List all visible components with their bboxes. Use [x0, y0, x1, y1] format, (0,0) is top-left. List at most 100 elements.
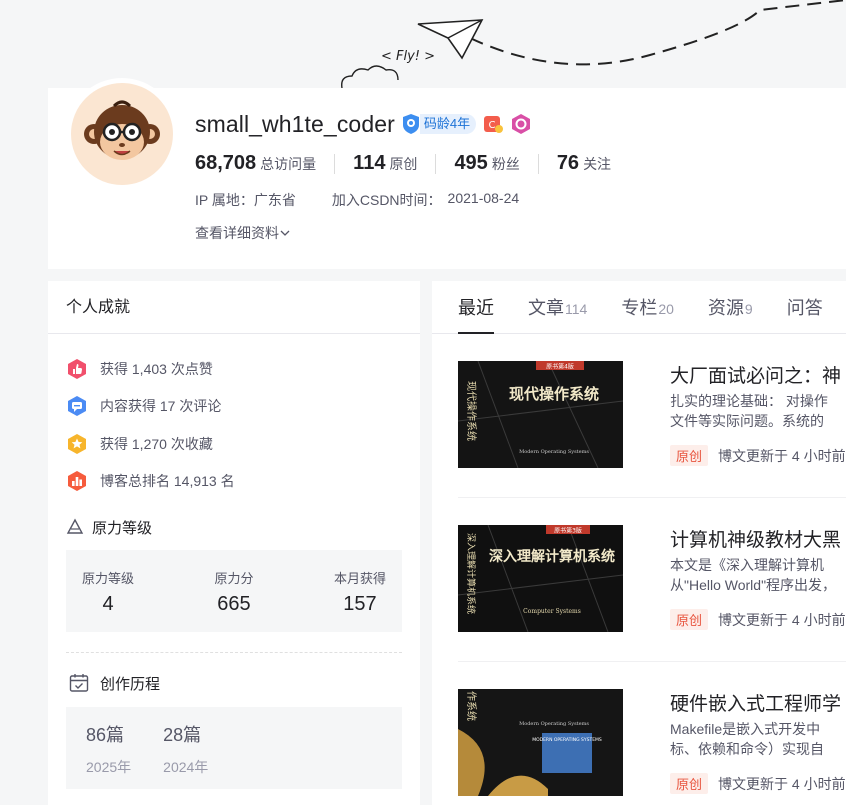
history-year-item[interactable]: 28篇 2024年: [163, 707, 208, 789]
cover-ribbon: 原书第4版: [546, 363, 574, 371]
original-tag: 原创: [670, 609, 709, 630]
content-tabs: 最近 文章 114 专栏 20 资源 9 问答: [432, 281, 846, 334]
article-item[interactable]: 原书第3版 深入理解计算机系统 Computer Systems 深入理解计算机…: [458, 525, 846, 633]
cover-subtitle: Modern Operating Systems: [519, 721, 589, 727]
article-description: 本文是《深入理解计算机 从"Hello World"程序出发，: [670, 555, 836, 595]
stat-value: 76: [556, 152, 580, 174]
profile-stats: 68,708 总访问量 114 原创 495 粉丝 76 关注: [195, 152, 611, 175]
svg-text:C: C: [489, 120, 496, 131]
join-label: 加入CSDN时间：: [331, 192, 442, 208]
article-cover[interactable]: 原书第4版 现代操作系统 Modern Operating Systems 现代…: [458, 361, 623, 468]
force-month: 本月获得 157: [334, 550, 386, 632]
article-item[interactable]: 原书第4版 现代操作系统 Modern Operating Systems 现代…: [458, 361, 846, 469]
creation-history-header: 创作历程: [48, 671, 420, 695]
tab-label: 资源: [707, 298, 744, 318]
stat-value: 68,708: [195, 152, 257, 174]
force-level-box[interactable]: 原力等级 4 原力分 665 本月获得 157: [66, 550, 402, 632]
avatar[interactable]: [66, 78, 178, 190]
stat-visits[interactable]: 68,708 总访问量: [195, 152, 316, 175]
article-title[interactable]: 计算机神级教材大黑: [670, 525, 841, 552]
medal-badge-icon[interactable]: [510, 113, 532, 135]
tab-resources[interactable]: 资源 9: [708, 294, 753, 320]
article-time: 博文更新于 4 小时前: [718, 447, 846, 464]
article-meta: 原创 博文更新于 4 小时前: [670, 445, 846, 466]
force-level-title: 原力等级: [92, 519, 153, 537]
monkey-avatar-icon: [84, 100, 160, 160]
comment-icon: [68, 396, 86, 417]
username: small_wh1te_coder: [195, 110, 395, 137]
tab-count: 114: [565, 301, 588, 317]
active-tab-indicator: [458, 332, 494, 334]
tab-articles[interactable]: 文章 114: [528, 294, 587, 320]
calendar-check-icon: [69, 674, 89, 692]
divider: [334, 153, 336, 174]
force-score: 原力分 665: [214, 550, 253, 632]
history-year-item[interactable]: 86篇 2025年: [86, 707, 131, 789]
tab-qa[interactable]: 问答: [787, 294, 823, 320]
profile-banner: < Fly! >: [0, 0, 846, 88]
stat-fans[interactable]: 495 粉丝: [454, 152, 519, 175]
tab-columns[interactable]: 专栏 20: [621, 294, 674, 320]
creation-history-box: 86篇 2025年 28篇 2024年: [66, 707, 402, 789]
tab-count: 9: [744, 301, 753, 317]
cover-side-title: 作系统: [465, 691, 478, 721]
code-age-text: 码龄4年: [419, 114, 477, 134]
triangle-level-icon: [66, 518, 84, 534]
force-label: 本月获得: [333, 571, 386, 586]
article-time: 博文更新于 4 小时前: [718, 611, 846, 628]
tab-recent[interactable]: 最近: [458, 294, 494, 320]
article-title[interactable]: 大厂面试必问之：神: [670, 361, 841, 388]
achievement-item: 内容获得 17 次评论: [66, 388, 402, 426]
article-time: 博文更新于 4 小时前: [718, 775, 846, 792]
divider: [537, 153, 539, 174]
article-divider: [458, 661, 846, 662]
cover-subtitle: Computer Systems: [523, 608, 581, 615]
certified-badge-icon[interactable]: C: [482, 113, 504, 135]
article-desc-line: 本文是《深入理解计算机: [670, 557, 824, 573]
article-desc-line: 扎实的理论基础： 对操作: [670, 393, 828, 409]
ip-location: IP 属地：广东省: [195, 192, 296, 208]
achievements-title: 个人成就: [48, 281, 420, 334]
stat-original[interactable]: 114 原创: [353, 152, 417, 175]
article-title[interactable]: 硬件嵌入式工程师学: [670, 689, 841, 716]
history-year: 2025年: [86, 759, 132, 775]
achievement-text: 获得 1,270 次收藏: [100, 435, 213, 452]
achievement-text: 博客总排名 14,913 名: [100, 473, 235, 490]
force-level: 原力等级 4: [82, 550, 134, 632]
achievement-item: 获得 1,403 次点赞: [66, 350, 402, 388]
force-value: 4: [102, 593, 114, 615]
history-year: 2024年: [163, 759, 209, 775]
article-desc-line: 文件等实际问题。系统的: [670, 413, 824, 429]
article-description: 扎实的理论基础： 对操作 文件等实际问题。系统的: [670, 391, 828, 431]
force-level-header: 原力等级: [48, 516, 420, 538]
star-icon: [68, 433, 86, 454]
cover-title: 深入理解计算机系统: [489, 548, 615, 565]
article-description: Makefile是嵌入式开发中 标、依赖和命令）实现自: [670, 719, 824, 759]
divider: [435, 153, 437, 174]
history-count: 28篇: [163, 725, 202, 745]
stat-following[interactable]: 76 关注: [557, 152, 611, 175]
book-cover-image: 原书第4版 现代操作系统 Modern Operating Systems 现代…: [458, 361, 623, 468]
achievement-text: 内容获得 17 次评论: [100, 398, 222, 415]
tab-count: 20: [658, 301, 674, 317]
article-desc-line: 标、依赖和命令）实现自: [670, 741, 824, 757]
force-value: 157: [343, 593, 377, 615]
stat-label: 粉丝: [491, 156, 520, 172]
stat-value: 114: [353, 152, 386, 174]
article-meta: 原创 博文更新于 4 小时前: [670, 773, 846, 794]
force-value: 665: [217, 593, 251, 615]
original-tag: 原创: [670, 773, 709, 794]
stat-label: 原创: [389, 156, 418, 172]
history-count: 86篇: [86, 725, 125, 745]
view-details-link[interactable]: 查看详细资料: [195, 223, 291, 243]
thumb-up-icon: [68, 358, 86, 379]
content-panel: 最近 文章 114 专栏 20 资源 9 问答 原书第4版 现代操作系统 Modern…: [432, 281, 846, 805]
article-item[interactable]: MODERN OPERATING SYSTEMS Modern Operatin…: [458, 689, 846, 797]
stat-label: 关注: [583, 156, 612, 172]
article-cover[interactable]: MODERN OPERATING SYSTEMS Modern Operatin…: [458, 689, 623, 796]
tab-label: 问答: [786, 298, 823, 318]
creation-history-title: 创作历程: [100, 675, 161, 693]
book-cover-image: MODERN OPERATING SYSTEMS Modern Operatin…: [458, 689, 623, 796]
achievement-list: 获得 1,403 次点赞 内容获得 17 次评论 获得 1,270 次收藏 博客…: [48, 334, 420, 500]
article-cover[interactable]: 原书第3版 深入理解计算机系统 Computer Systems 深入理解计算机…: [458, 525, 623, 632]
